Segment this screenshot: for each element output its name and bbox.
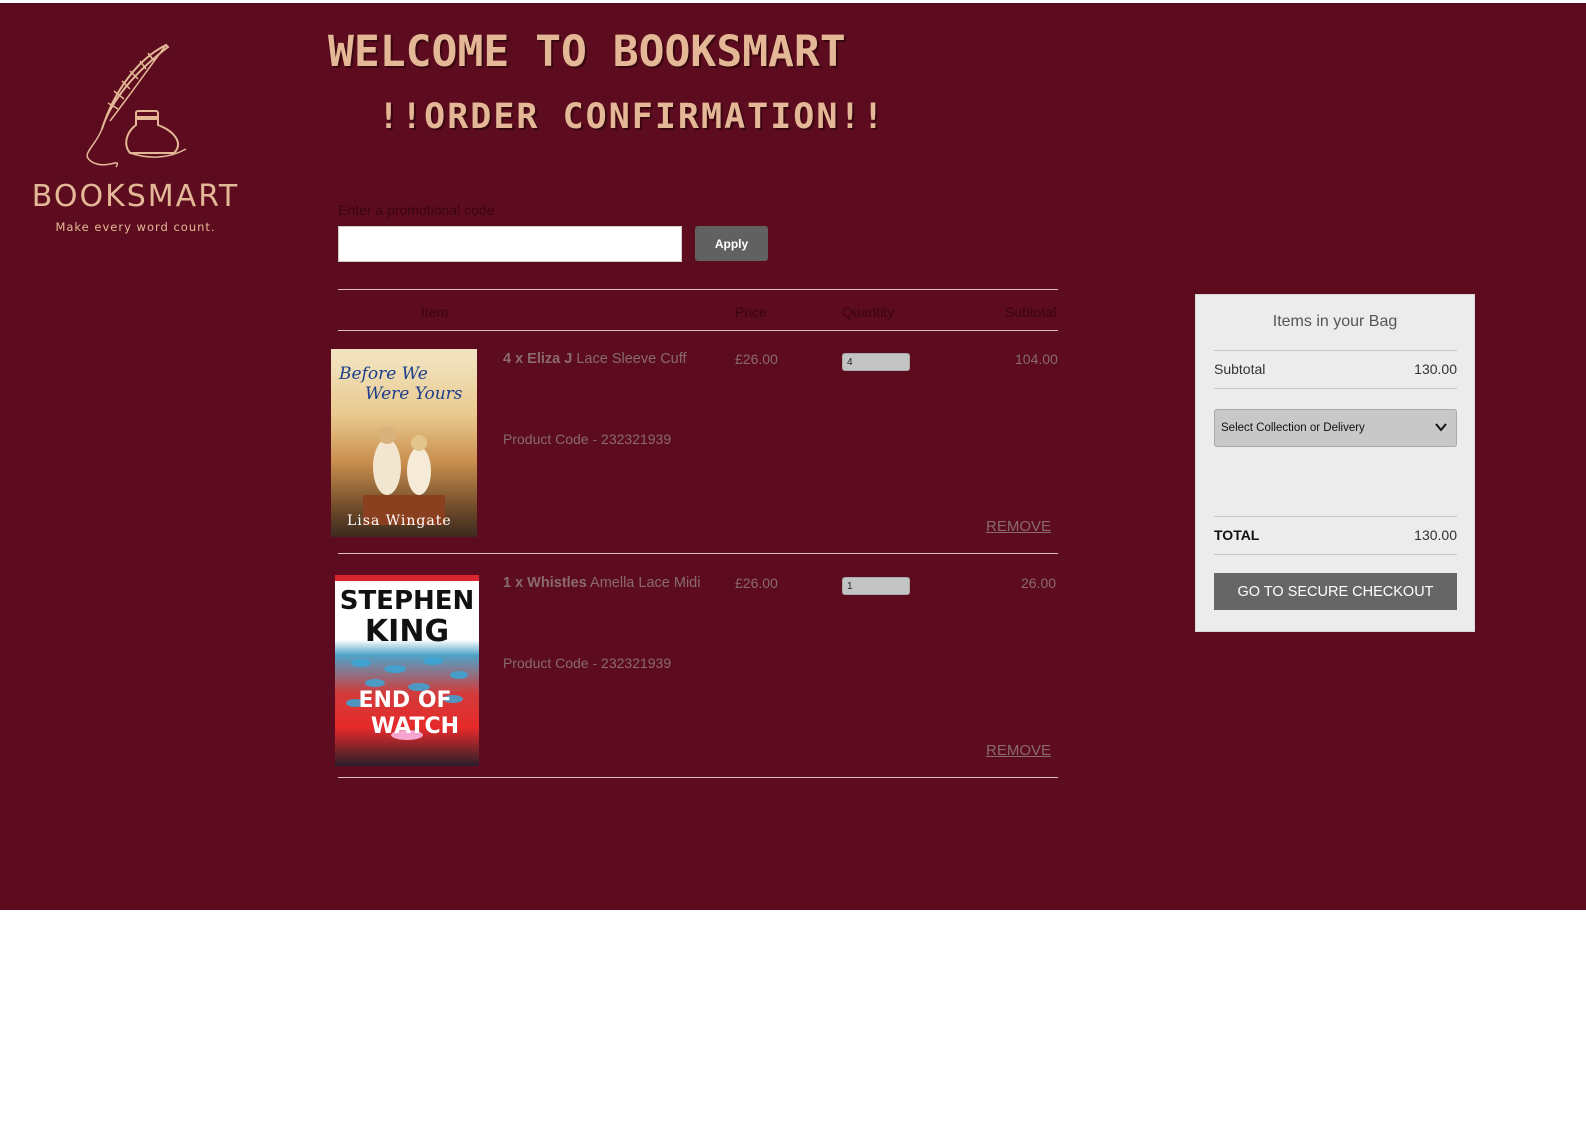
bag-title: Items in your Bag (1272, 313, 1398, 330)
subtotal-row: Subtotal 130.00 (1214, 361, 1457, 377)
column-header-item: Item (421, 304, 449, 320)
item-subtotal: 26.00 (1021, 575, 1057, 591)
book-cover-art: Before We Were Yours Lisa Wingate (331, 349, 477, 529)
logo-text: BOOKSMART (31, 179, 240, 214)
divider (1214, 554, 1457, 555)
divider (1214, 388, 1457, 389)
cover-title-line2: Were Yours (365, 384, 463, 404)
welcome-heading: WELCOME TO BOOKSMART (328, 27, 846, 77)
cover-title-line1: END OF (358, 688, 451, 713)
item-price: £26.00 (735, 575, 778, 591)
book-cover-before-we-were-yours: Before We Were Yours Lisa Wingate (331, 349, 477, 537)
item-title[interactable]: 4 x Eliza J Lace Sleeve Cuff (503, 351, 687, 367)
quantity-input[interactable] (842, 577, 910, 595)
item-price: £26.00 (735, 351, 778, 367)
book-cover-art: STEPHEN KING END OF WATCH (335, 575, 479, 740)
promo-code-input[interactable] (338, 226, 682, 262)
item-name: Amella Lace Midi (590, 575, 701, 591)
divider (338, 553, 1058, 554)
delivery-select[interactable]: Select Collection or Delivery (1214, 409, 1457, 447)
promo-code-label: Enter a promotional code (338, 202, 495, 218)
product-code: Product Code - 232321939 (503, 431, 672, 447)
apply-promo-button[interactable]: Apply (695, 226, 768, 261)
divider (1214, 516, 1457, 517)
subtotal-value: 130.00 (1414, 361, 1457, 377)
column-header-subtotal: Subtotal (1005, 304, 1057, 320)
bag-summary-panel: Items in your Bag Subtotal 130.00 Select… (1195, 294, 1475, 632)
cover-author-line2: KING (365, 614, 449, 649)
divider (338, 330, 1058, 331)
divider (338, 289, 1058, 290)
remove-item-button[interactable]: REMOVE (986, 518, 1051, 535)
logo-tagline: Make every word count. (55, 220, 216, 234)
total-row: TOTAL 130.00 (1214, 527, 1457, 543)
cover-title-line1: Before We (338, 364, 428, 384)
item-qty-brand: 1 x Whistles (503, 575, 587, 591)
column-header-quantity: Quantity (842, 304, 895, 320)
divider (1214, 350, 1457, 351)
product-code: Product Code - 232321939 (503, 655, 672, 671)
quantity-input[interactable] (842, 353, 910, 371)
delivery-select-value: Select Collection or Delivery (1221, 422, 1365, 434)
secure-checkout-button[interactable]: GO TO SECURE CHECKOUT (1214, 573, 1457, 610)
chevron-down-icon (1435, 423, 1447, 432)
book-cover-end-of-watch: STEPHEN KING END OF WATCH (335, 575, 479, 766)
subtotal-label: Subtotal (1214, 361, 1266, 377)
total-label: TOTAL (1214, 527, 1260, 543)
quill-inkwell-icon (86, 43, 187, 168)
item-subtotal: 104.00 (1015, 351, 1058, 367)
column-header-price: Price (735, 304, 767, 320)
booksmart-logo[interactable]: BOOKSMART Make every word count. (18, 39, 253, 239)
page-background: BOOKSMART Make every word count. WELCOME… (0, 3, 1586, 910)
remove-item-button[interactable]: REMOVE (986, 742, 1051, 759)
order-confirmation-heading: !!ORDER CONFIRMATION!! (378, 97, 886, 137)
total-value: 130.00 (1414, 527, 1457, 543)
cover-author-line1: STEPHEN (340, 586, 475, 616)
cover-title-line2: WATCH (371, 714, 459, 739)
item-name: Lace Sleeve Cuff (576, 351, 687, 367)
item-title[interactable]: 1 x Whistles Amella Lace Midi (503, 575, 700, 591)
item-qty-brand: 4 x Eliza J (503, 351, 573, 367)
divider (338, 777, 1058, 778)
cover-author: Lisa Wingate (347, 513, 452, 529)
